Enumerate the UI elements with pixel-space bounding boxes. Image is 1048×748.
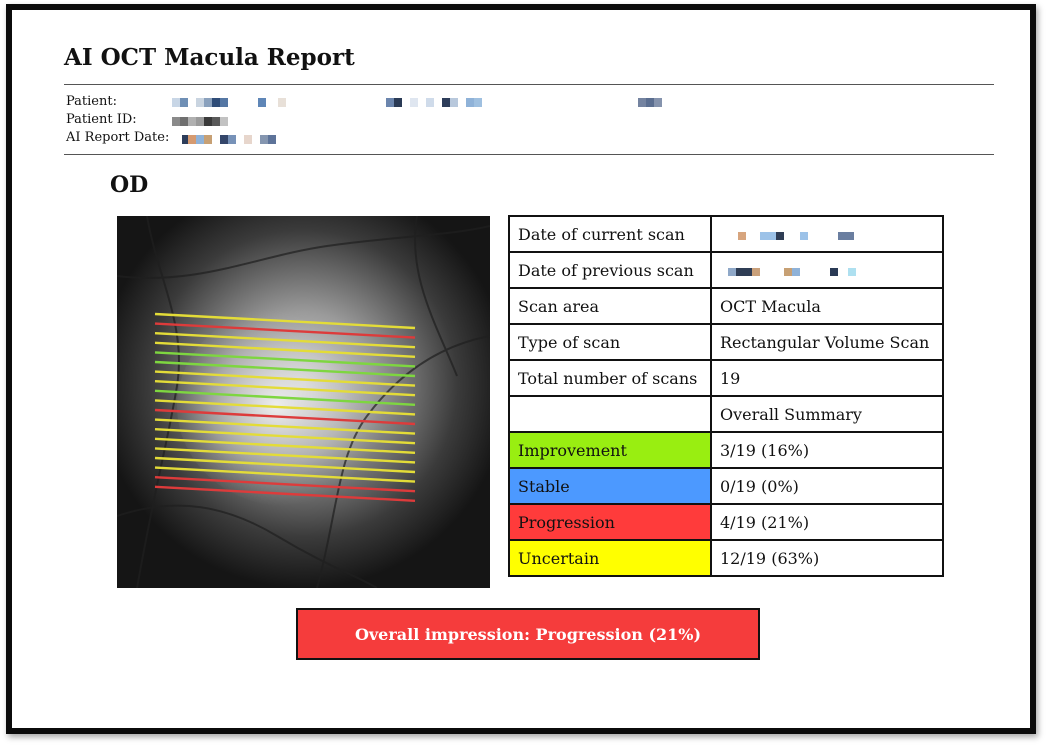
fundus-image bbox=[117, 216, 490, 588]
summary-row-label: Progression bbox=[508, 503, 712, 541]
summary-row-label: Improvement bbox=[508, 431, 712, 469]
eye-label: OD bbox=[110, 172, 149, 198]
summary-row: Progression 4/19 (21%) bbox=[508, 503, 944, 541]
summary-row: Uncertain 12/19 (63%) bbox=[508, 539, 944, 577]
metadata-divider bbox=[64, 154, 994, 155]
summary-row-label: Type of scan bbox=[508, 323, 712, 361]
summary-row-value: 4/19 (21%) bbox=[710, 503, 944, 541]
summary-row: Stable 0/19 (0%) bbox=[508, 467, 944, 505]
summary-table: Date of current scan Date of previous sca… bbox=[508, 215, 944, 577]
summary-row: Type of scan Rectangular Volume Scan bbox=[508, 323, 944, 361]
redacted-patient-extra bbox=[638, 98, 662, 107]
summary-row: Overall Summary bbox=[508, 395, 944, 433]
redacted-report-date bbox=[182, 135, 276, 144]
redacted-patient-id bbox=[172, 117, 228, 126]
redacted-patient-name-2 bbox=[386, 98, 482, 107]
summary-row-value: 19 bbox=[710, 359, 944, 397]
patient-label: Patient: bbox=[66, 94, 117, 109]
report-date-label: AI Report Date: bbox=[66, 130, 170, 145]
summary-row-label: Date of current scan bbox=[508, 215, 712, 253]
overall-impression: Overall impression: Progression (21%) bbox=[296, 608, 760, 660]
summary-row-value: 0/19 (0%) bbox=[710, 467, 944, 505]
header-divider bbox=[64, 84, 994, 85]
summary-row-value bbox=[710, 215, 944, 253]
redacted-patient-name bbox=[172, 98, 286, 107]
summary-row-label: Stable bbox=[508, 467, 712, 505]
summary-row-value: Rectangular Volume Scan bbox=[710, 323, 944, 361]
redacted-scan-date bbox=[720, 231, 860, 240]
summary-row-label: Total number of scans bbox=[508, 359, 712, 397]
summary-row: Scan area OCT Macula bbox=[508, 287, 944, 325]
summary-row-label: Uncertain bbox=[508, 539, 712, 577]
patient-id-label: Patient ID: bbox=[66, 112, 137, 127]
summary-row-label: Date of previous scan bbox=[508, 251, 712, 289]
summary-row-value: 12/19 (63%) bbox=[710, 539, 944, 577]
summary-row-value bbox=[710, 251, 944, 289]
summary-row: Total number of scans 19 bbox=[508, 359, 944, 397]
summary-row-label bbox=[508, 395, 712, 433]
summary-row-label: Scan area bbox=[508, 287, 712, 325]
summary-row-value: OCT Macula bbox=[710, 287, 944, 325]
report-title: AI OCT Macula Report bbox=[64, 44, 355, 71]
redacted-scan-date bbox=[720, 267, 870, 276]
report-page: AI OCT Macula Report Patient: Patient ID… bbox=[6, 4, 1036, 734]
summary-row: Improvement 3/19 (16%) bbox=[508, 431, 944, 469]
summary-row-value: 3/19 (16%) bbox=[710, 431, 944, 469]
summary-row: Date of previous scan bbox=[508, 251, 944, 289]
summary-row: Date of current scan bbox=[508, 215, 944, 253]
summary-row-value: Overall Summary bbox=[710, 395, 944, 433]
